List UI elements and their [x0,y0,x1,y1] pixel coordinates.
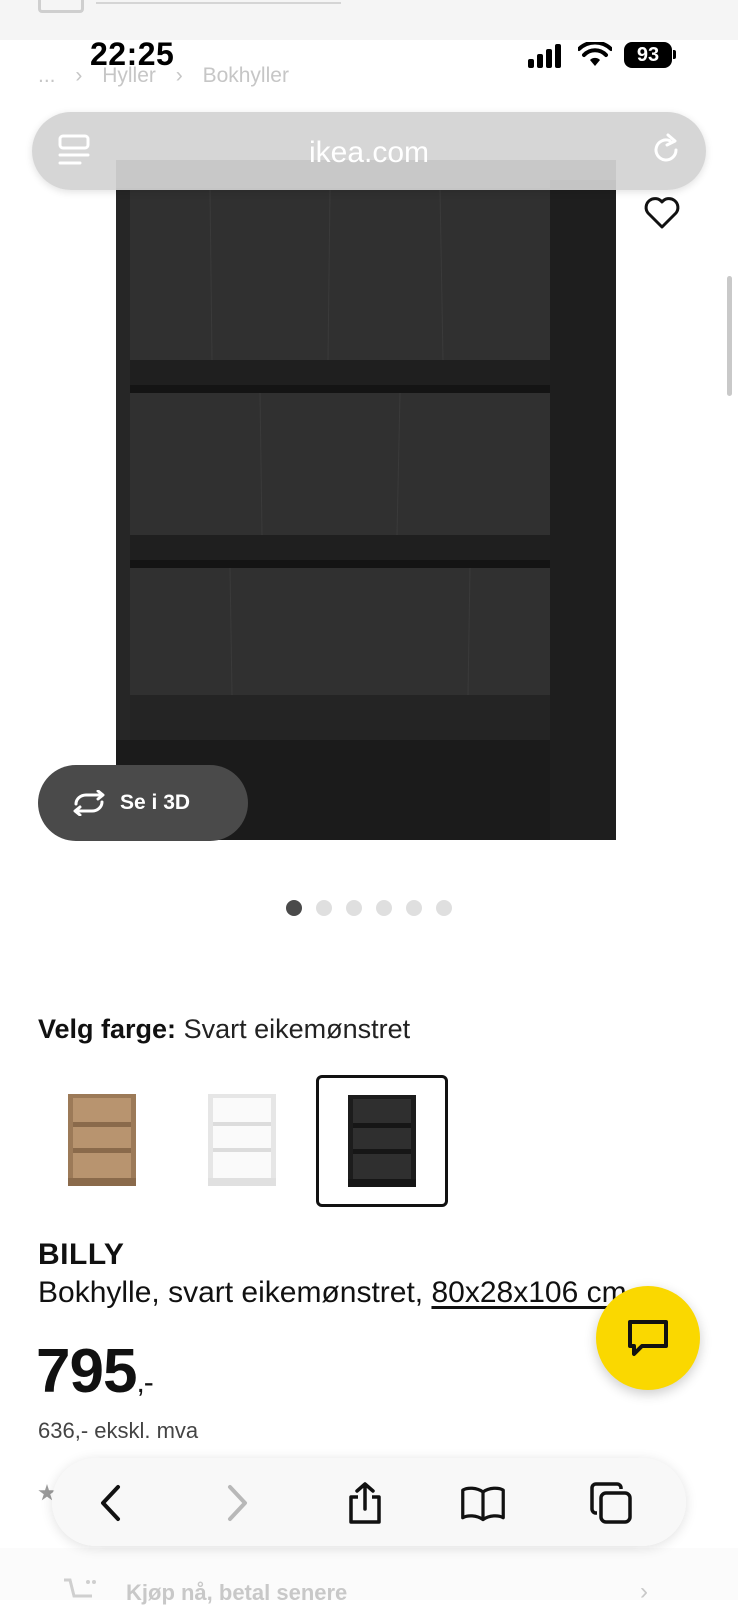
bottom-content-faded [0,1548,738,1600]
carousel-dot[interactable] [316,900,332,916]
price-main: 795 [36,1337,137,1406]
color-swatch-white[interactable] [178,1076,306,1204]
book-icon [461,1486,505,1522]
breadcrumb-ellipsis[interactable]: ... [38,64,56,87]
breadcrumb-hyller[interactable]: Hyller [102,64,156,87]
color-label-prefix: Velg farge: [38,1014,177,1044]
carousel-dot[interactable] [406,900,422,916]
price-excluding-vat: 636,- ekskl. mva [38,1418,199,1443]
color-swatch-black-oak[interactable] [316,1075,448,1207]
bookcase-thumbnail-black [348,1095,416,1187]
battery-level: 93 [636,43,660,66]
battery-icon: 93 [624,42,672,68]
color-swatch-brown-oak[interactable] [38,1076,166,1204]
color-selection-label: Velg farge: Svart eikemønstret [38,1014,410,1045]
ikea-logo [38,0,84,13]
breadcrumb-separator: › [175,64,183,87]
product-description-text: Bokhylle, svart eikemønstret, [38,1276,432,1309]
product-name: BILLY [38,1238,125,1271]
view-in-3d-label: Se i 3D [120,791,191,814]
scroll-indicator [727,276,732,396]
battery-tip [673,50,676,59]
price-suffix: ,- [136,1366,153,1399]
carousel-dot[interactable] [376,900,392,916]
url-text[interactable]: ikea.com [32,136,706,170]
carousel-dot[interactable] [286,900,302,916]
shopping-cart-icon [64,1578,96,1598]
share-icon [349,1482,381,1524]
back-button[interactable] [88,1480,134,1526]
chevron-left-icon [101,1485,120,1521]
browser-toolbar [52,1458,686,1546]
product-price: 795,- [36,1336,154,1407]
forward-button[interactable] [214,1480,260,1526]
color-label-value: Svart eikemønstret [183,1014,411,1044]
breadcrumb-separator: › [75,64,83,87]
wifi-icon [578,42,612,66]
favorite-heart-icon[interactable] [644,196,680,230]
chevron-right-icon [228,1485,247,1521]
product-description: Bokhylle, svart eikemønstret, 80x28x106 … [38,1276,648,1310]
tabs-button[interactable] [588,1480,634,1526]
breadcrumb-bokhyller[interactable]: Bokhyller [203,64,289,87]
page-header-faded [0,0,738,40]
chat-button[interactable] [596,1286,700,1390]
image-carousel-dots [286,900,452,916]
bookmarks-button[interactable] [460,1480,506,1526]
rotate-3d-icon [73,790,105,816]
chat-bubble-icon [628,1320,668,1356]
reload-icon[interactable] [648,132,684,168]
buy-now-pay-later-label[interactable]: Kjøp nå, betal senere [126,1580,347,1606]
breadcrumb: ... › Hyller › Bokhyller [38,64,303,88]
view-in-3d-button[interactable]: Se i 3D [38,765,248,841]
cellular-signal-icon [528,44,564,68]
browser-address-bar[interactable]: ikea.com [32,112,706,190]
tabs-icon [590,1482,632,1524]
chevron-right-icon: › [640,1578,648,1605]
product-dimensions-link[interactable]: 80x28x106 cm [431,1276,626,1309]
bookcase-thumbnail-white [208,1094,276,1186]
carousel-dot[interactable] [436,900,452,916]
share-button[interactable] [342,1480,388,1526]
carousel-dot[interactable] [346,900,362,916]
bookcase-thumbnail-brown [68,1094,136,1186]
header-divider [96,2,341,4]
product-image-bookcase[interactable] [110,160,630,860]
